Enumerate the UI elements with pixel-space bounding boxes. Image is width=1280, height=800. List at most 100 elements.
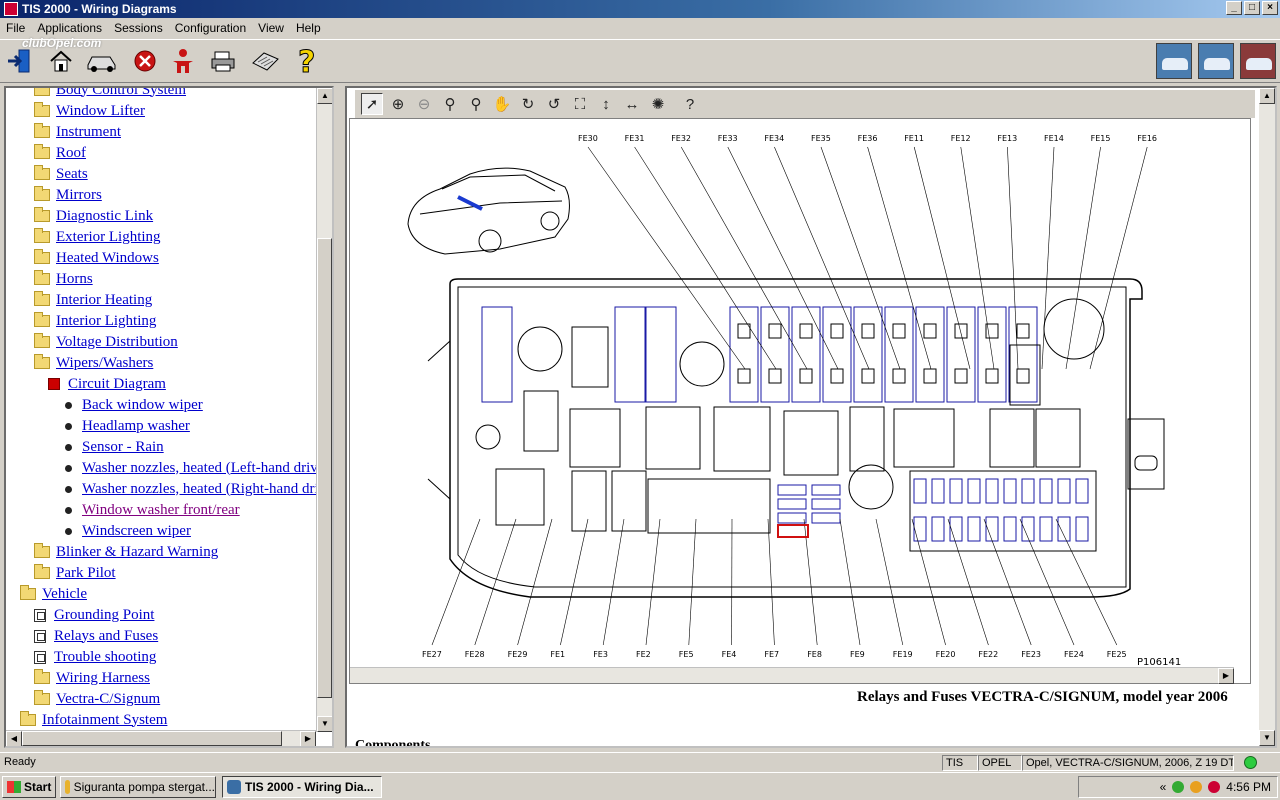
pointer-icon[interactable]: ➚: [361, 93, 383, 115]
home-icon[interactable]: [46, 46, 76, 76]
pan-hand-icon[interactable]: ✋: [491, 93, 513, 115]
fit-page-icon[interactable]: ⛶: [569, 93, 591, 115]
tree-item[interactable]: Seats: [34, 164, 88, 184]
exit-icon[interactable]: [4, 46, 34, 76]
menu-applications[interactable]: Applications: [31, 21, 108, 35]
zoom-icon[interactable]: ⚲: [439, 93, 461, 115]
tree-item[interactable]: Blinker & Hazard Warning: [34, 542, 218, 562]
tree-item[interactable]: Window Lifter: [34, 101, 145, 121]
tree-item[interactable]: Windscreen wiper: [62, 521, 191, 541]
tree-item-label[interactable]: Wipers/Washers: [56, 355, 153, 372]
tree-item[interactable]: Park Pilot: [34, 563, 116, 583]
security-icon[interactable]: [1208, 781, 1221, 793]
tree-item-label[interactable]: Instrument: [56, 124, 121, 141]
tree-item-label[interactable]: Washer nozzles, heated (Left-hand driv: [82, 460, 318, 477]
maximize-button[interactable]: □: [1244, 1, 1260, 15]
scroll-left-icon[interactable]: ◀: [6, 731, 22, 746]
diagram-vertical-scrollbar[interactable]: ▲ ▼: [1259, 88, 1275, 746]
zoom-out-icon[interactable]: ⊖: [413, 93, 435, 115]
zoom-in-icon[interactable]: ⊕: [387, 93, 409, 115]
tree-item-label[interactable]: Infotainment System: [42, 712, 167, 729]
scroll-right-icon[interactable]: ▶: [300, 731, 316, 746]
tree-item[interactable]: Interior Lighting: [34, 311, 156, 331]
tree-item[interactable]: Diagnostic Link: [34, 206, 153, 226]
stop-icon[interactable]: [130, 46, 160, 76]
tree-item-label[interactable]: Trouble shooting: [54, 649, 156, 666]
tree-item-label[interactable]: Park Pilot: [56, 565, 116, 582]
tree-item-label[interactable]: Interior Heating: [56, 292, 152, 309]
zoom-area-icon[interactable]: ⚲: [465, 93, 487, 115]
diagram-hscrollbar[interactable]: ▶: [350, 667, 1234, 684]
tree-item[interactable]: Window washer front/rear: [62, 500, 240, 520]
tree-item-label[interactable]: Window washer front/rear: [82, 502, 240, 519]
tree-item[interactable]: Relays and Fuses: [34, 626, 158, 646]
scroll-thumb[interactable]: [317, 238, 332, 698]
network-icon[interactable]: [1172, 781, 1185, 793]
person-icon[interactable]: [168, 46, 198, 76]
tree-item[interactable]: Horns: [34, 269, 93, 289]
tree-item-label[interactable]: Washer nozzles, heated (Right-hand dri: [82, 481, 319, 498]
tree-horizontal-scrollbar[interactable]: ◀ ▶: [6, 730, 316, 746]
tree-item-label[interactable]: Mirrors: [56, 187, 102, 204]
tree-item-label[interactable]: Window Lifter: [56, 103, 145, 120]
keyboard-icon[interactable]: [250, 46, 280, 76]
tree-item[interactable]: Interior Heating: [34, 290, 152, 310]
rotate-left-icon[interactable]: ↺: [543, 93, 565, 115]
tree-item[interactable]: Back window wiper: [62, 395, 203, 415]
tree-item-label[interactable]: Headlamp washer: [82, 418, 190, 435]
fit-height-icon[interactable]: ↕: [595, 93, 617, 115]
menu-file[interactable]: File: [0, 21, 31, 35]
tree-item-label[interactable]: Heated Windows: [56, 250, 159, 267]
tree-item-label[interactable]: Vectra-C/Signum: [56, 691, 160, 708]
diagram-scroll-right-icon[interactable]: ▶: [1218, 668, 1234, 684]
tree-item-label[interactable]: Windscreen wiper: [82, 523, 191, 540]
tree-vertical-scrollbar[interactable]: ▲ ▼: [316, 88, 332, 732]
tree-item[interactable]: Headlamp washer: [62, 416, 190, 436]
tree-item[interactable]: Vectra-C/Signum: [34, 689, 160, 709]
menu-sessions[interactable]: Sessions: [108, 21, 169, 35]
tree-item[interactable]: Grounding Point: [34, 605, 154, 625]
hscroll-thumb[interactable]: [22, 731, 282, 746]
tree-item[interactable]: Body Control System: [34, 88, 186, 100]
scroll-down-icon[interactable]: ▼: [317, 716, 332, 732]
tree-item[interactable]: Exterior Lighting: [34, 227, 161, 247]
service-module-icon[interactable]: [1240, 43, 1276, 79]
tree-item[interactable]: Trouble shooting: [34, 647, 156, 667]
task-browser[interactable]: Siguranta pompa stergat...: [60, 776, 216, 798]
rotate-right-icon[interactable]: ↻: [517, 93, 539, 115]
diagram-scroll-up-icon[interactable]: ▲: [1259, 88, 1275, 104]
tree-item[interactable]: Washer nozzles, heated (Left-hand driv: [62, 458, 318, 478]
tree-item-label[interactable]: Sensor - Rain: [82, 439, 164, 456]
tree-item[interactable]: Sensor - Rain: [62, 437, 164, 457]
tree-item-label[interactable]: Wiring Harness: [56, 670, 150, 687]
menu-help[interactable]: Help: [290, 21, 327, 35]
tree-item-label[interactable]: Roof: [56, 145, 86, 162]
tree-item-label[interactable]: Horns: [56, 271, 93, 288]
tree-item[interactable]: Wipers/Washers: [34, 353, 153, 373]
tree-item[interactable]: Washer nozzles, heated (Right-hand dri: [62, 479, 319, 499]
help-icon[interactable]: ?: [292, 46, 322, 76]
tree-item[interactable]: Heated Windows: [34, 248, 159, 268]
volume-icon[interactable]: [1190, 781, 1203, 793]
minimize-button[interactable]: _: [1226, 1, 1242, 15]
tree-item-label[interactable]: Circuit Diagram: [68, 376, 166, 393]
tree-item-label[interactable]: Relays and Fuses: [54, 628, 158, 645]
tray-expand-icon[interactable]: «: [1160, 780, 1167, 794]
close-button[interactable]: ×: [1262, 1, 1278, 15]
start-button[interactable]: Start: [2, 776, 56, 798]
tree-item[interactable]: Voltage Distribution: [34, 332, 178, 352]
menu-view[interactable]: View: [252, 21, 290, 35]
tree-item[interactable]: Infotainment System: [20, 710, 167, 730]
tree-item[interactable]: Mirrors: [34, 185, 102, 205]
tree-item-label[interactable]: Grounding Point: [54, 607, 154, 624]
diagnostics-module-icon[interactable]: [1156, 43, 1192, 79]
highlight-icon[interactable]: ✺: [647, 93, 669, 115]
tree-item-label[interactable]: Exterior Lighting: [56, 229, 161, 246]
tree-item-label[interactable]: Voltage Distribution: [56, 334, 178, 351]
task-tis[interactable]: TIS 2000 - Wiring Dia...: [222, 776, 382, 798]
tree-item-label[interactable]: Seats: [56, 166, 88, 183]
tree-item-label[interactable]: Interior Lighting: [56, 313, 156, 330]
fit-width-icon[interactable]: ↔: [621, 93, 643, 115]
tree-item[interactable]: Vehicle: [20, 584, 87, 604]
menu-configuration[interactable]: Configuration: [169, 21, 252, 35]
